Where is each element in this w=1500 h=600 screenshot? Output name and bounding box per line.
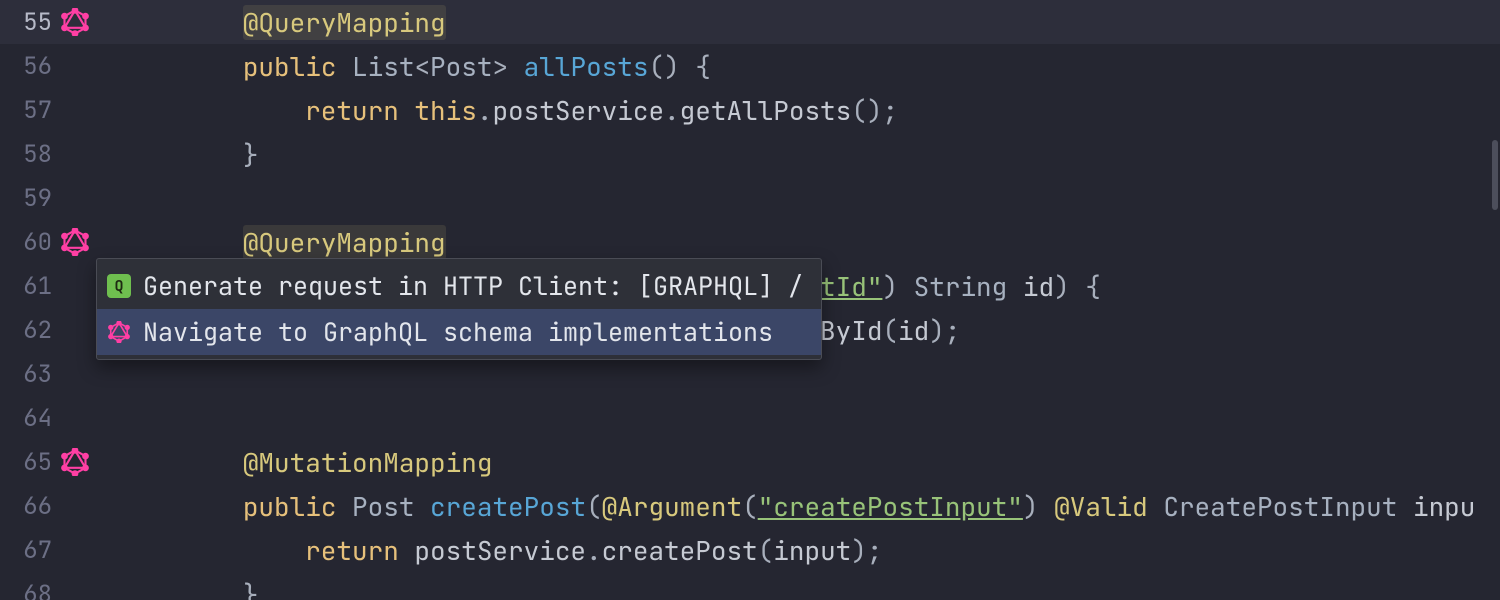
gutter: 56 xyxy=(0,44,110,88)
line-number: 65 xyxy=(0,447,60,478)
gutter: 60 xyxy=(0,220,110,264)
code-line[interactable]: 65 @MutationMapping xyxy=(0,440,1500,484)
gutter: 58 xyxy=(0,132,110,176)
line-number: 64 xyxy=(0,403,60,434)
code-text[interactable]: public Post createPost(@Argument("create… xyxy=(110,489,1500,524)
popup-item-label: Generate request in HTTP Client: [GRAPHQ… xyxy=(143,269,803,303)
code-text[interactable]: return this.postService.getAllPosts(); xyxy=(110,93,1500,128)
code-text[interactable]: @QueryMapping xyxy=(110,225,1500,260)
code-line[interactable]: 58 } xyxy=(0,132,1500,176)
editor-viewport[interactable]: 55 @QueryMapping 56 public List<Post> al… xyxy=(0,0,1500,600)
gutter-action-popup[interactable]: Q Generate request in HTTP Client: [GRAP… xyxy=(96,258,822,360)
code-line[interactable]: 59 xyxy=(0,176,1500,220)
line-number: 59 xyxy=(0,183,60,214)
code-line[interactable]: 57 return this.postService.getAllPosts()… xyxy=(0,88,1500,132)
line-number: 62 xyxy=(0,315,60,346)
gutter: 61 xyxy=(0,264,110,308)
code-line[interactable]: 64 xyxy=(0,396,1500,440)
code-line[interactable]: 56 public List<Post> allPosts() { xyxy=(0,44,1500,88)
line-number: 68 xyxy=(0,579,60,600)
code-text[interactable]: @MutationMapping xyxy=(110,445,1500,480)
gutter: 63 xyxy=(0,352,110,396)
gutter: 59 xyxy=(0,176,110,220)
line-number: 55 xyxy=(0,7,60,38)
popup-item-generate-http-request[interactable]: Q Generate request in HTTP Client: [GRAP… xyxy=(97,263,821,309)
code-line[interactable]: 55 @QueryMapping xyxy=(0,0,1500,44)
gutter: 64 xyxy=(0,396,110,440)
gutter: 55 xyxy=(0,0,110,44)
code-text[interactable]: public List<Post> allPosts() { xyxy=(110,49,1500,84)
popup-item-navigate-graphql-schema[interactable]: Navigate to GraphQL schema implementatio… xyxy=(97,309,821,355)
code-line[interactable]: 67 return postService.createPost(input); xyxy=(0,528,1500,572)
gutter-graphql-icon[interactable] xyxy=(60,447,90,477)
line-number: 67 xyxy=(0,535,60,566)
gutter-graphql-icon[interactable] xyxy=(60,227,90,257)
gutter: 57 xyxy=(0,88,110,132)
gutter: 67 xyxy=(0,528,110,572)
gutter: 65 xyxy=(0,440,110,484)
graphql-icon xyxy=(107,320,131,344)
code-text[interactable]: } xyxy=(110,137,1500,172)
code-text[interactable]: return postService.createPost(input); xyxy=(110,533,1500,568)
code-text[interactable]: } xyxy=(110,577,1500,600)
code-text[interactable]: @QueryMapping xyxy=(110,5,1500,40)
line-number: 56 xyxy=(0,51,60,82)
scrollbar-vertical[interactable] xyxy=(1492,140,1498,210)
line-number: 66 xyxy=(0,491,60,522)
gutter: 66 xyxy=(0,484,110,528)
line-number: 57 xyxy=(0,95,60,126)
gutter-graphql-icon[interactable] xyxy=(60,7,90,37)
http-client-icon: Q xyxy=(107,274,131,298)
gutter: 68 xyxy=(0,572,110,600)
line-number: 61 xyxy=(0,271,60,302)
popup-item-label: Navigate to GraphQL schema implementatio… xyxy=(143,315,773,349)
line-number: 60 xyxy=(0,227,60,258)
gutter: 62 xyxy=(0,308,110,352)
line-number: 63 xyxy=(0,359,60,390)
code-line[interactable]: 68 } xyxy=(0,572,1500,600)
code-line[interactable]: 66 public Post createPost(@Argument("cre… xyxy=(0,484,1500,528)
line-number: 58 xyxy=(0,139,60,170)
